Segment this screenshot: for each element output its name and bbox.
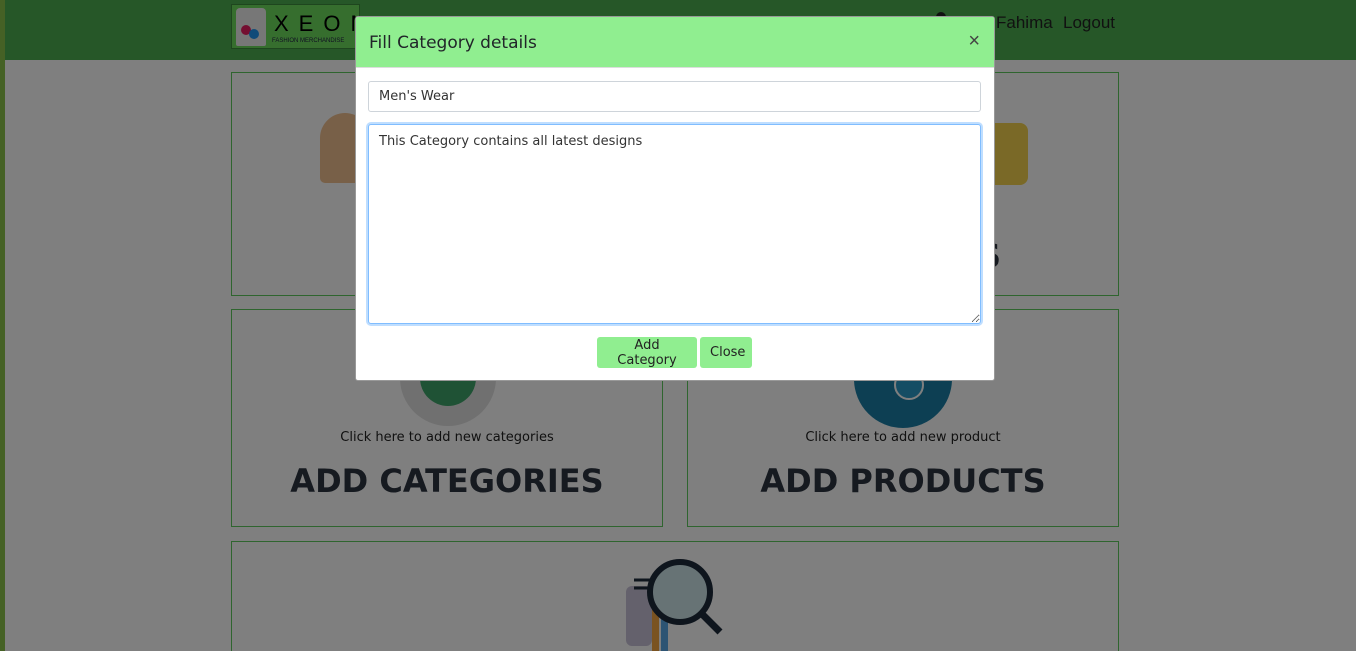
add-category-button[interactable]: Add Category xyxy=(597,337,697,368)
close-button[interactable]: Close xyxy=(700,337,752,368)
category-name-input[interactable] xyxy=(368,81,981,112)
modal-title: Fill Category details xyxy=(369,33,537,53)
category-description-textarea[interactable]: This Category contains all latest design… xyxy=(368,124,981,324)
category-modal: Fill Category details × This Category co… xyxy=(355,16,995,381)
modal-header: Fill Category details × xyxy=(356,17,994,68)
close-icon[interactable]: × xyxy=(968,31,980,51)
